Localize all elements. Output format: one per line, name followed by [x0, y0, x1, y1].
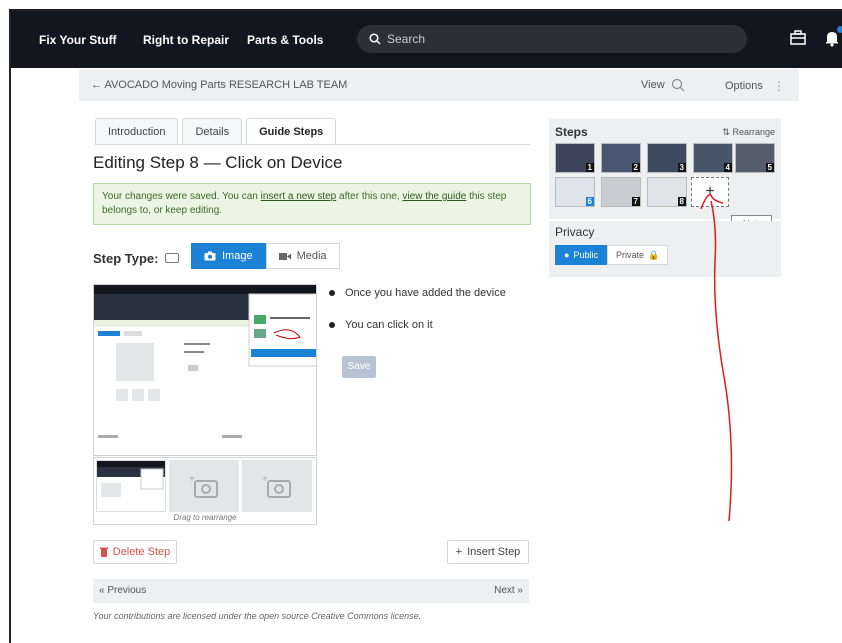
nav-fix-your-stuff[interactable]: Fix Your Stuff — [39, 33, 117, 47]
step-type-label: Step Type: — [93, 251, 159, 266]
nav-right-to-repair[interactable]: Right to Repair — [143, 33, 229, 47]
step-image-content — [94, 285, 316, 438]
image-type-button[interactable]: Image — [191, 243, 266, 269]
search-icon — [369, 33, 381, 45]
back-link[interactable]: ← AVOCADO Moving Parts RESEARCH LAB TEAM — [91, 79, 347, 91]
empty-image-slot[interactable]: + — [242, 460, 312, 512]
magnifier-icon — [671, 78, 685, 92]
media-type-label: Media — [296, 250, 327, 262]
privacy-toggle: ● Public Private 🔒 — [555, 245, 669, 265]
step-thumbnail[interactable]: 6 — [555, 177, 595, 207]
insert-step-button[interactable]: + Insert Step — [447, 540, 529, 564]
options-label: Options — [725, 80, 763, 92]
step-thumbnail[interactable]: 5 — [735, 143, 775, 173]
success-alert: Your changes were saved. You can insert … — [93, 183, 531, 225]
alert-text: Your changes were saved. You can — [102, 191, 261, 202]
step-bullet[interactable]: Once you have added the device — [329, 287, 506, 299]
save-button[interactable]: Save — [342, 356, 376, 378]
step-type-toggle: Image Media — [191, 243, 340, 269]
search-placeholder: Search — [387, 32, 426, 46]
thumbnail-1[interactable] — [96, 460, 166, 512]
alert-text: after this one, — [336, 191, 403, 202]
step-thumbnail[interactable]: 1 — [555, 143, 595, 173]
step-number: 7 — [631, 197, 640, 206]
next-link[interactable]: Next » — [494, 585, 523, 596]
step-number: 5 — [765, 163, 774, 172]
insert-new-step-link[interactable]: insert a new step — [261, 191, 337, 202]
step-number: 6 — [585, 197, 594, 206]
image-type-label: Image — [222, 250, 253, 262]
empty-image-slot[interactable]: + — [169, 460, 239, 512]
search-input[interactable]: Search — [357, 25, 747, 53]
step-thumbnail[interactable]: 4 — [693, 143, 733, 173]
options-menu[interactable]: Options ⋮ — [725, 79, 785, 93]
bullet-dot — [329, 290, 335, 296]
keyboard-icon — [165, 253, 179, 263]
step-number: 2 — [631, 163, 640, 172]
thumbnail-image — [97, 461, 165, 497]
view-label: View — [641, 79, 665, 91]
tab-details[interactable]: Details — [182, 118, 243, 145]
steps-panel: Steps ⇅ Rearrange 1 2 3 4 5 6 7 8 + add … — [549, 119, 781, 232]
insert-step-label: Insert Step — [467, 546, 521, 558]
lock-icon: 🔒 — [647, 249, 660, 260]
view-button[interactable]: View — [641, 78, 685, 92]
privacy-panel: Privacy ● Public Private 🔒 — [549, 221, 781, 277]
guide-title: AVOCADO Moving Parts RESEARCH LAB TEAM — [104, 79, 348, 91]
image-thumbnails: + + Drag to rearrange — [93, 457, 317, 525]
camera-icon — [204, 251, 216, 261]
rearrange-label: Rearrange — [732, 127, 775, 137]
globe-icon: ● — [564, 250, 570, 260]
privacy-title: Privacy — [555, 225, 595, 239]
step-bullet[interactable]: You can click on it — [329, 319, 433, 331]
public-label: Public — [573, 250, 598, 260]
guide-header-bar: ← AVOCADO Moving Parts RESEARCH LAB TEAM… — [79, 69, 799, 101]
top-navbar: Fix Your Stuff Right to Repair Parts & T… — [11, 11, 842, 68]
private-option[interactable]: Private 🔒 — [606, 245, 669, 265]
steps-title: Steps — [555, 125, 588, 139]
delete-step-button[interactable]: Delete Step — [93, 540, 177, 564]
step-thumbnail[interactable]: 8 — [647, 177, 687, 207]
delete-step-label: Delete Step — [112, 546, 171, 558]
step-thumbnail[interactable]: 2 — [601, 143, 641, 173]
public-option[interactable]: ● Public — [555, 245, 607, 265]
browser-page: Fix Your Stuff Right to Repair Parts & T… — [9, 9, 842, 643]
nav-parts-tools[interactable]: Parts & Tools — [247, 33, 323, 47]
private-label: Private — [615, 250, 644, 260]
step-number: 3 — [677, 163, 686, 172]
kebab-icon: ⋮ — [772, 79, 785, 93]
step-pager: « Previous Next » — [93, 579, 529, 603]
page-title: Editing Step 8 — Click on Device — [93, 153, 343, 172]
trash-icon — [99, 547, 108, 557]
step-number: 8 — [677, 197, 686, 206]
edit-tabs: Introduction Details Guide Steps — [95, 118, 340, 145]
add-photo-icon: + — [262, 474, 291, 498]
view-guide-link[interactable]: view the guide — [402, 191, 466, 202]
step-thumbnail[interactable]: 3 — [647, 143, 687, 173]
bullet-text: You can click on it — [345, 319, 433, 331]
notification-dot — [837, 26, 842, 33]
step-main-image[interactable] — [93, 284, 317, 456]
rearrange-button[interactable]: ⇅ Rearrange — [722, 127, 775, 138]
license-note: Your contributions are licensed under th… — [93, 611, 422, 621]
bullet-dot — [329, 322, 335, 328]
toolbox-icon[interactable] — [789, 29, 807, 47]
video-icon — [278, 252, 291, 260]
tab-guide-steps[interactable]: Guide Steps — [246, 118, 337, 145]
tab-introduction[interactable]: Introduction — [95, 118, 179, 145]
rearrange-icon: ⇅ — [722, 127, 730, 137]
step-number: 1 — [585, 163, 594, 172]
step-thumbnail[interactable]: 7 — [601, 177, 641, 207]
media-type-button[interactable]: Media — [265, 243, 340, 269]
plus-icon: + — [455, 546, 463, 558]
bullet-text: Once you have added the device — [345, 287, 506, 299]
step-number: 4 — [723, 163, 732, 172]
drag-hint: Drag to rearrange — [173, 513, 237, 522]
add-step-button[interactable]: + — [691, 177, 729, 207]
add-photo-icon: + — [189, 474, 218, 498]
previous-link[interactable]: « Previous — [99, 585, 146, 596]
tabs-divider — [95, 144, 530, 145]
plus-icon: + — [705, 183, 715, 200]
